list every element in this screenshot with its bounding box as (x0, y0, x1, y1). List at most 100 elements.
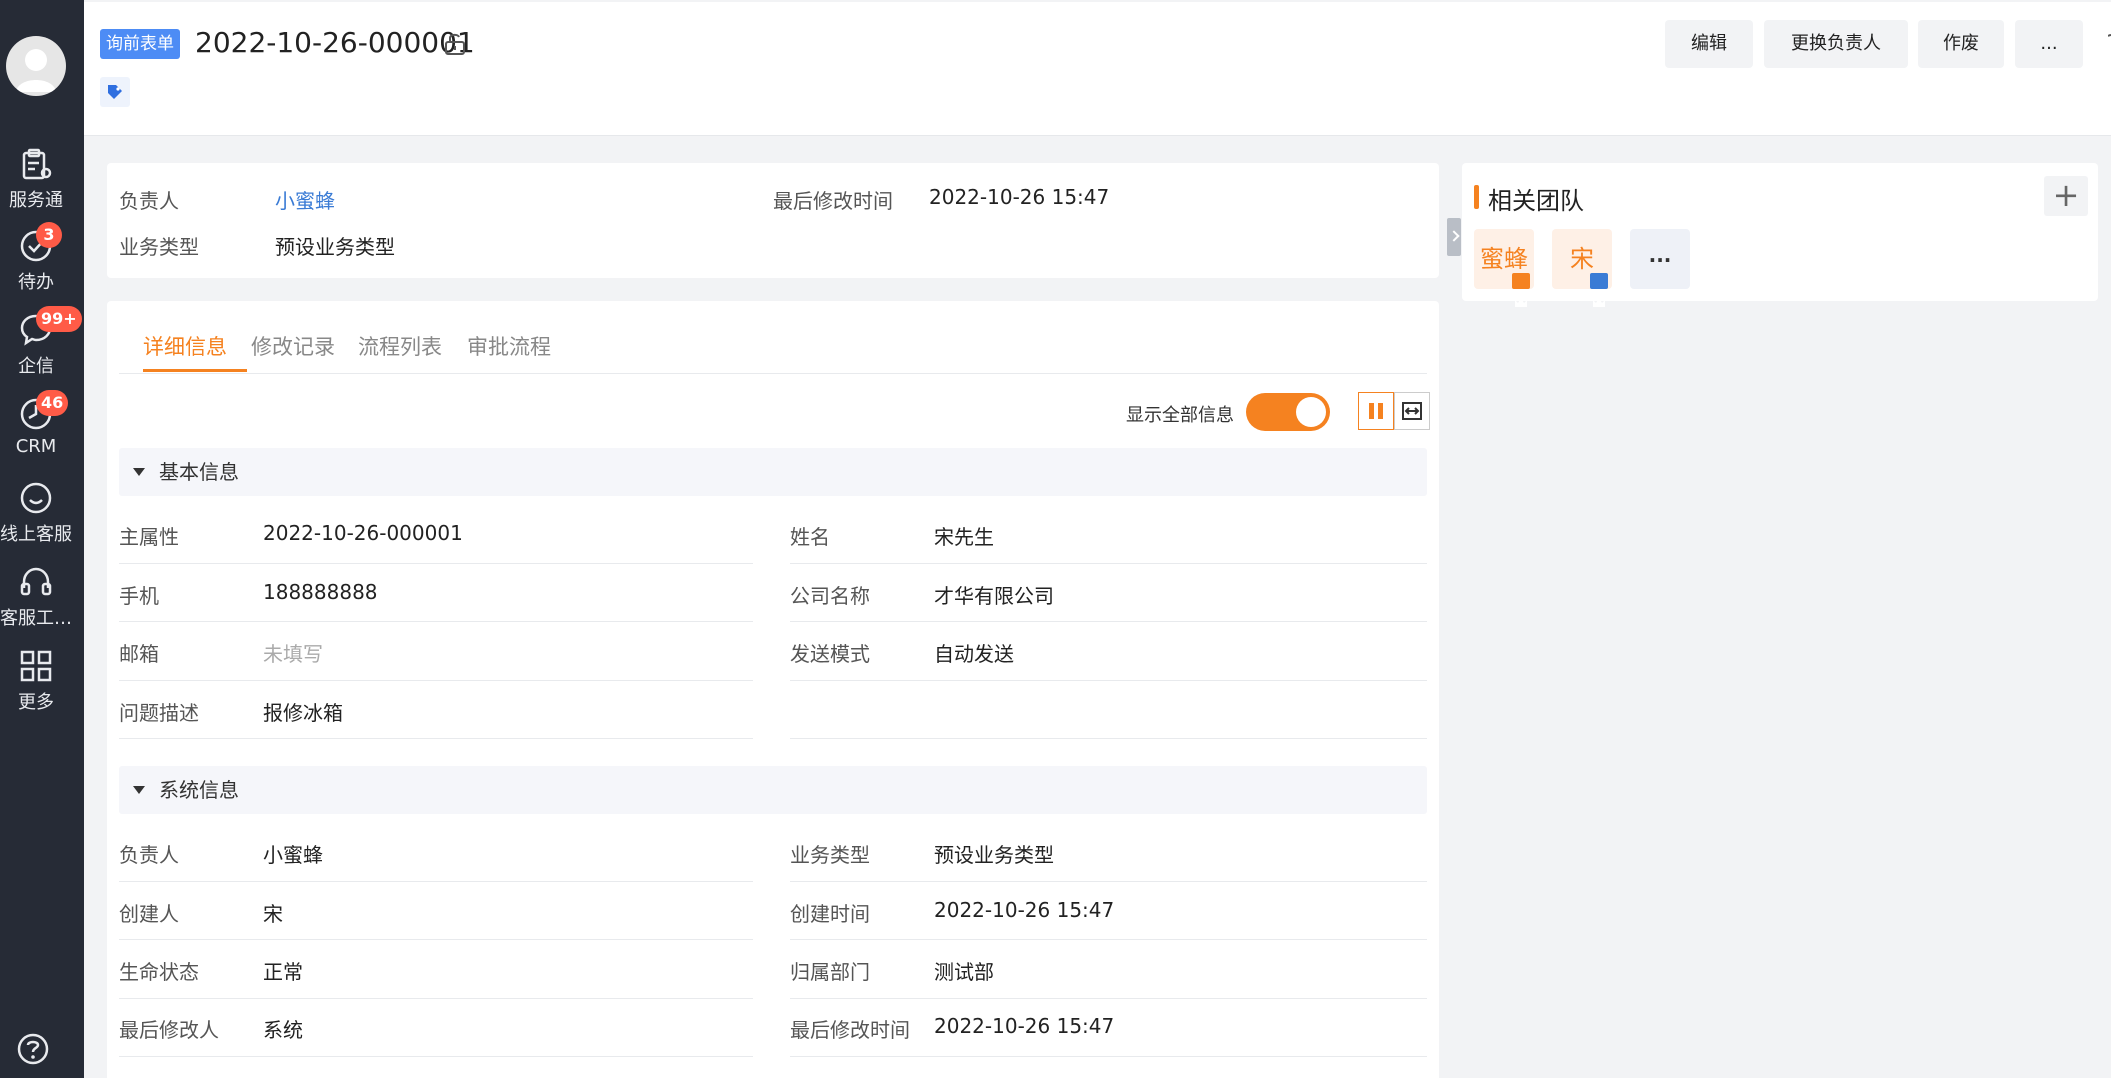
section-accent-bar (1474, 185, 1479, 209)
row-divider (790, 621, 1427, 622)
field-label: 姓名 (790, 525, 830, 549)
sidebar-item-label: 待办 (18, 272, 54, 293)
tag-icon[interactable] (100, 77, 130, 107)
member-name: 宋 (1570, 245, 1594, 273)
field-label: 手机 (119, 584, 159, 608)
sidebar-item-crm[interactable]: CRM 46 (0, 386, 72, 462)
smile-chat-icon (20, 482, 52, 514)
field-value: 测试部 (934, 960, 994, 984)
two-column-view-button[interactable] (1358, 392, 1394, 430)
row-divider (119, 680, 753, 681)
detail-card: 详细信息 修改记录 流程列表 审批流程 显示全部信息 基本信息 主属性 2022… (107, 301, 1439, 1078)
sidebar-item-service[interactable]: 服务通 (0, 138, 72, 214)
field-label: 生命状态 (119, 960, 199, 984)
more-members-button[interactable]: ... (1630, 229, 1690, 289)
caret-down-icon (133, 468, 145, 476)
panel-collapse-handle[interactable] (1447, 218, 1461, 256)
sidebar-item-service-desk[interactable]: 客服工… (0, 554, 72, 630)
field-value: 2022-10-26-000001 (263, 521, 463, 545)
caret-down-icon (133, 786, 145, 794)
add-member-button[interactable]: + (2044, 176, 2088, 216)
row-divider (119, 1056, 753, 1057)
field-value: 2022-10-26 15:47 (934, 898, 1115, 922)
tab-change-log[interactable]: 修改记录 (251, 331, 335, 361)
crm-badge: 46 (36, 390, 69, 416)
sidebar-item-label: CRM (15, 436, 57, 457)
full-width-view-button[interactable] (1394, 392, 1430, 430)
member-name: 蜜蜂 (1480, 245, 1528, 273)
field-label: 创建时间 (790, 902, 870, 926)
show-all-label: 显示全部信息 (1126, 405, 1234, 426)
section-title: 基本信息 (159, 460, 239, 484)
edit-button[interactable]: 编辑 (1665, 20, 1753, 68)
messages-badge: 99+ (36, 306, 82, 332)
field-label: 创建人 (119, 902, 179, 926)
sidebar-item-label: 企信 (18, 356, 54, 377)
section-system-info[interactable]: 系统信息 (119, 766, 1427, 814)
row-divider (119, 881, 753, 882)
field-label: 问题描述 (119, 701, 199, 725)
tab-details[interactable]: 详细信息 (143, 331, 227, 361)
record-title: 2022-10-26-000001 (195, 26, 475, 59)
active-tab-indicator (143, 369, 247, 372)
row-divider (119, 621, 753, 622)
section-basic-info[interactable]: 基本信息 (119, 448, 1427, 496)
sidebar-item-messages[interactable]: 企信 99+ (0, 302, 82, 378)
field-label: 最后修改时间 (790, 1018, 910, 1042)
todo-badge: 3 (36, 222, 62, 248)
service-clipboard-icon (22, 148, 52, 180)
row-divider (790, 939, 1427, 940)
headset-icon (20, 567, 52, 596)
related-team-card: 相关团队 + 蜜蜂 宋 ... (1462, 163, 2098, 307)
team-member[interactable]: 宋 (1552, 229, 1612, 307)
question-circle-icon (17, 1033, 49, 1065)
biz-type-value: 预设业务类型 (275, 235, 395, 259)
field-value: 预设业务类型 (934, 843, 1054, 867)
team-member[interactable]: 蜜蜂 (1474, 229, 1534, 307)
row-divider (790, 1056, 1427, 1057)
section-title: 系统信息 (159, 778, 239, 802)
row-divider (119, 998, 753, 999)
more-actions-button[interactable]: ... (2015, 20, 2083, 68)
owner-label: 负责人 (119, 189, 179, 213)
field-value: 未填写 (263, 642, 323, 666)
void-button[interactable]: 作废 (1918, 20, 2004, 68)
owner-link[interactable]: 小蜜蜂 (275, 185, 335, 214)
field-value: 报修冰箱 (263, 701, 343, 725)
row-divider (119, 563, 753, 564)
field-label: 归属部门 (790, 960, 870, 984)
show-all-toggle[interactable] (1246, 393, 1330, 431)
field-label: 邮箱 (119, 642, 159, 666)
toggle-knob (1296, 397, 1326, 427)
sidebar-item-more[interactable]: 更多 (0, 638, 72, 714)
tab-process-list[interactable]: 流程列表 (358, 331, 442, 361)
owner-link[interactable]: 小蜜蜂 (263, 839, 323, 868)
field-label: 业务类型 (790, 843, 870, 867)
sidebar-item-label: 线上客服 (0, 524, 72, 545)
user-avatar[interactable] (6, 36, 66, 96)
row-divider (790, 998, 1427, 999)
summary-card: 负责人 小蜜蜂 最后修改时间 2022-10-26 15:47 业务类型 预设业… (107, 163, 1439, 278)
field-value: 2022-10-26 15:47 (934, 1014, 1115, 1038)
grid-icon (20, 650, 52, 682)
expand-width-icon (1402, 402, 1422, 420)
help-button[interactable] (16, 1032, 50, 1070)
tab-approval-flow[interactable]: 审批流程 (467, 331, 551, 361)
field-label: 发送模式 (790, 642, 870, 666)
row-divider (790, 563, 1427, 564)
field-value: 才华有限公司 (934, 584, 1054, 608)
sidebar-item-todo[interactable]: 待办 3 (0, 218, 72, 294)
change-owner-button[interactable]: 更换负责人 (1764, 20, 1908, 68)
field-value: 宋先生 (934, 525, 994, 549)
sidebar-item-label: 客服工… (0, 608, 72, 629)
field-value: 正常 (263, 960, 303, 984)
team-title: 相关团队 (1488, 187, 1584, 215)
field-value: 自动发送 (934, 642, 1014, 666)
modified-time-label: 最后修改时间 (773, 189, 893, 213)
row-divider (790, 881, 1427, 882)
columns-icon (1369, 403, 1383, 419)
unlock-icon[interactable] (444, 32, 466, 60)
sidebar-item-online-service[interactable]: 线上客服 (0, 470, 72, 546)
row-divider (790, 738, 1427, 739)
field-value: 188888888 (263, 580, 378, 604)
